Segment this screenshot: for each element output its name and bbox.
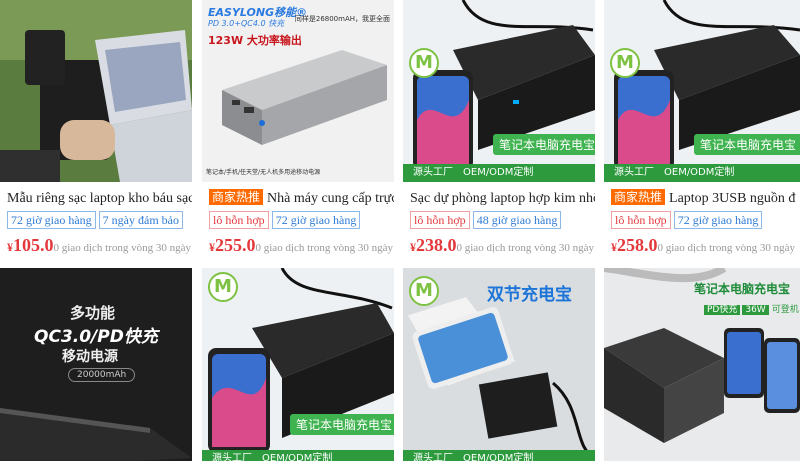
product-image[interactable]: M 笔记本电脑充电宝 源头工厂 OEM/ODM定制 — [403, 0, 595, 182]
banner-text: OEM/ODM定制 — [664, 167, 735, 178]
image-caption: 双节充电宝 — [487, 285, 572, 305]
product-card[interactable]: M 笔记本电脑充电宝 源头工厂 OEM/ODM定制 商家热推 Laptop 3USB… — [604, 0, 800, 268]
hot-badge: 商家热推 — [209, 189, 264, 205]
image-text: QC3.0/PD快充 — [34, 327, 158, 347]
image-banner: 源头工厂 OEM/ODM定制 — [604, 164, 800, 182]
footer-text: 笔记本/手机/任天堂/无人机多用途移动电源 — [206, 169, 321, 176]
image-caption: 笔记本电脑充电宝 — [694, 134, 800, 155]
image-banner: 源头工厂 OEM/ODM定制 — [403, 164, 595, 182]
price-row: ¥105.00 giao dịch trong vòng 30 ngày — [7, 234, 192, 259]
product-image[interactable]: M 笔记本电脑充电宝 源头工厂 OEM/ODM定制 — [202, 268, 394, 461]
hot-badge: 商家热推 — [611, 189, 666, 205]
banner-text: OEM/ODM定制 — [463, 167, 534, 178]
product-card[interactable]: Mẫu riêng sạc laptop kho báu sạc dự phòn… — [0, 0, 192, 268]
image-text: 多功能 — [70, 304, 116, 322]
tag: lô hỗn hợp — [209, 211, 269, 229]
price-value: 238.0 — [416, 235, 457, 255]
banner-text: 源头工厂 — [614, 167, 654, 178]
powerbank-illustration — [0, 408, 192, 461]
image-caption: 笔记本电脑充电宝 — [493, 134, 595, 155]
capacity-badge: 20000mAh — [68, 368, 136, 382]
image-caption: 笔记本电脑充电宝 — [694, 282, 791, 296]
banner-text: OEM/ODM定制 — [262, 453, 333, 461]
product-title[interactable]: 商家热推Nhà máy cung cấp trực tiếp — [209, 189, 394, 209]
product-card[interactable]: 笔记本电脑充电宝 PD快充 36W 可登机 — [604, 268, 800, 461]
tag-list: lô hỗn hợp 72 giờ giao hàng — [611, 211, 765, 229]
price-row: ¥255.00 giao dịch trong vòng 30 ngày — [209, 234, 394, 259]
product-image[interactable] — [0, 0, 192, 182]
tag-list: lô hỗn hợp 72 giờ giao hàng — [209, 211, 363, 229]
deal-count: 0 giao dịch trong vòng 30 ngày — [255, 242, 393, 254]
price-row: ¥238.00 giao dịch trong vòng 30 ngày — [410, 234, 595, 259]
tag: 7 ngày đảm bảo — [98, 211, 183, 229]
product-title-text[interactable]: Sạc dự phòng laptop hợp kim nhôm — [410, 191, 595, 206]
price-row: ¥258.00 giao dịch trong vòng 30 ngày — [611, 234, 800, 259]
product-title-text[interactable]: Nhà máy cung cấp trực tiếp — [267, 191, 394, 206]
image-caption: 笔记本电脑充电宝 — [290, 414, 394, 435]
banner-text: 源头工厂 — [413, 453, 453, 461]
image-banner: 源头工厂 OEM/ODM定制 — [202, 450, 394, 461]
tag: lô hỗn hợp — [611, 211, 671, 229]
product-card[interactable]: M 双节充电宝 源头工厂 OEM/ODM定制 — [403, 268, 595, 461]
spec-label: 36W — [742, 305, 769, 315]
product-title[interactable]: 商家热推Laptop 3USB nguồn điện di động — [611, 189, 796, 209]
brand-logo: M — [409, 276, 439, 306]
product-image[interactable]: M 笔记本电脑充电宝 源头工厂 OEM/ODM定制 — [604, 0, 800, 182]
tag: 48 giờ giao hàng — [472, 211, 562, 229]
product-image[interactable]: EASYLONG移能® PD 3.0+QC4.0 快充 同样是26800mAH，… — [202, 0, 394, 182]
banner-text: OEM/ODM定制 — [463, 453, 534, 461]
product-title[interactable]: Mẫu riêng sạc laptop kho báu sạc dự phòn… — [7, 189, 192, 209]
deal-count: 0 giao dịch trong vòng 30 ngày — [456, 242, 594, 254]
powerbank-illustration — [222, 50, 387, 145]
tag: 72 giờ giao hàng — [7, 211, 96, 229]
product-title[interactable]: Sạc dự phòng laptop hợp kim nhôm — [410, 189, 595, 209]
product-title-text[interactable]: Mẫu riêng sạc laptop kho báu sạc dự phòn… — [7, 191, 192, 206]
product-card[interactable]: M 笔记本电脑充电宝 源头工厂 OEM/ODM定制 Sạc dự phòng la… — [403, 0, 595, 268]
brand-logo: M — [409, 48, 439, 78]
product-card[interactable]: 多功能 QC3.0/PD快充 移动电源 20000mAh — [0, 268, 192, 461]
image-text: 移动电源 — [62, 349, 118, 365]
tagline-text: 同样是26800mAH，我更全面 — [294, 15, 390, 23]
product-image[interactable]: M 双节充电宝 源头工厂 OEM/ODM定制 — [403, 268, 595, 461]
product-grid: Mẫu riêng sạc laptop kho báu sạc dự phòn… — [0, 0, 800, 461]
product-image[interactable]: 笔记本电脑充电宝 PD快充 36W 可登机 — [604, 268, 800, 461]
tag-list: lô hỗn hợp 48 giờ giao hàng — [410, 211, 564, 229]
product-image[interactable]: 多功能 QC3.0/PD快充 移动电源 20000mAh — [0, 268, 192, 461]
tag: lô hỗn hợp — [410, 211, 470, 229]
price-value: 258.0 — [617, 235, 658, 255]
brand-logo: M — [610, 48, 640, 78]
image-banner: 源头工厂 OEM/ODM定制 — [403, 450, 595, 461]
spec-label: 可登机 — [771, 305, 799, 315]
deal-count: 0 giao dịch trong vòng 30 ngày — [657, 242, 795, 254]
tag: 72 giờ giao hàng — [271, 211, 361, 229]
price-value: 255.0 — [215, 235, 256, 255]
brand-logo: M — [208, 272, 238, 302]
spec-label: PD快充 — [704, 305, 741, 315]
spec-row: PD快充 36W 可登机 — [704, 302, 800, 315]
banner-text: 源头工厂 — [413, 167, 453, 178]
product-card[interactable]: M 笔记本电脑充电宝 源头工厂 OEM/ODM定制 — [202, 268, 394, 461]
tag: 72 giờ giao hàng — [673, 211, 763, 229]
spec-text: PD 3.0+QC4.0 快充 — [208, 19, 285, 28]
product-title-text[interactable]: Laptop 3USB nguồn điện di động — [669, 191, 796, 206]
tag-list: 72 giờ giao hàng 7 ngày đảm bảo — [7, 211, 186, 229]
price-value: 105.0 — [13, 235, 54, 255]
product-card[interactable]: EASYLONG移能® PD 3.0+QC4.0 快充 同样是26800mAH，… — [202, 0, 394, 268]
deal-count: 0 giao dịch trong vòng 30 ngày — [53, 242, 191, 254]
banner-text: 源头工厂 — [212, 453, 252, 461]
